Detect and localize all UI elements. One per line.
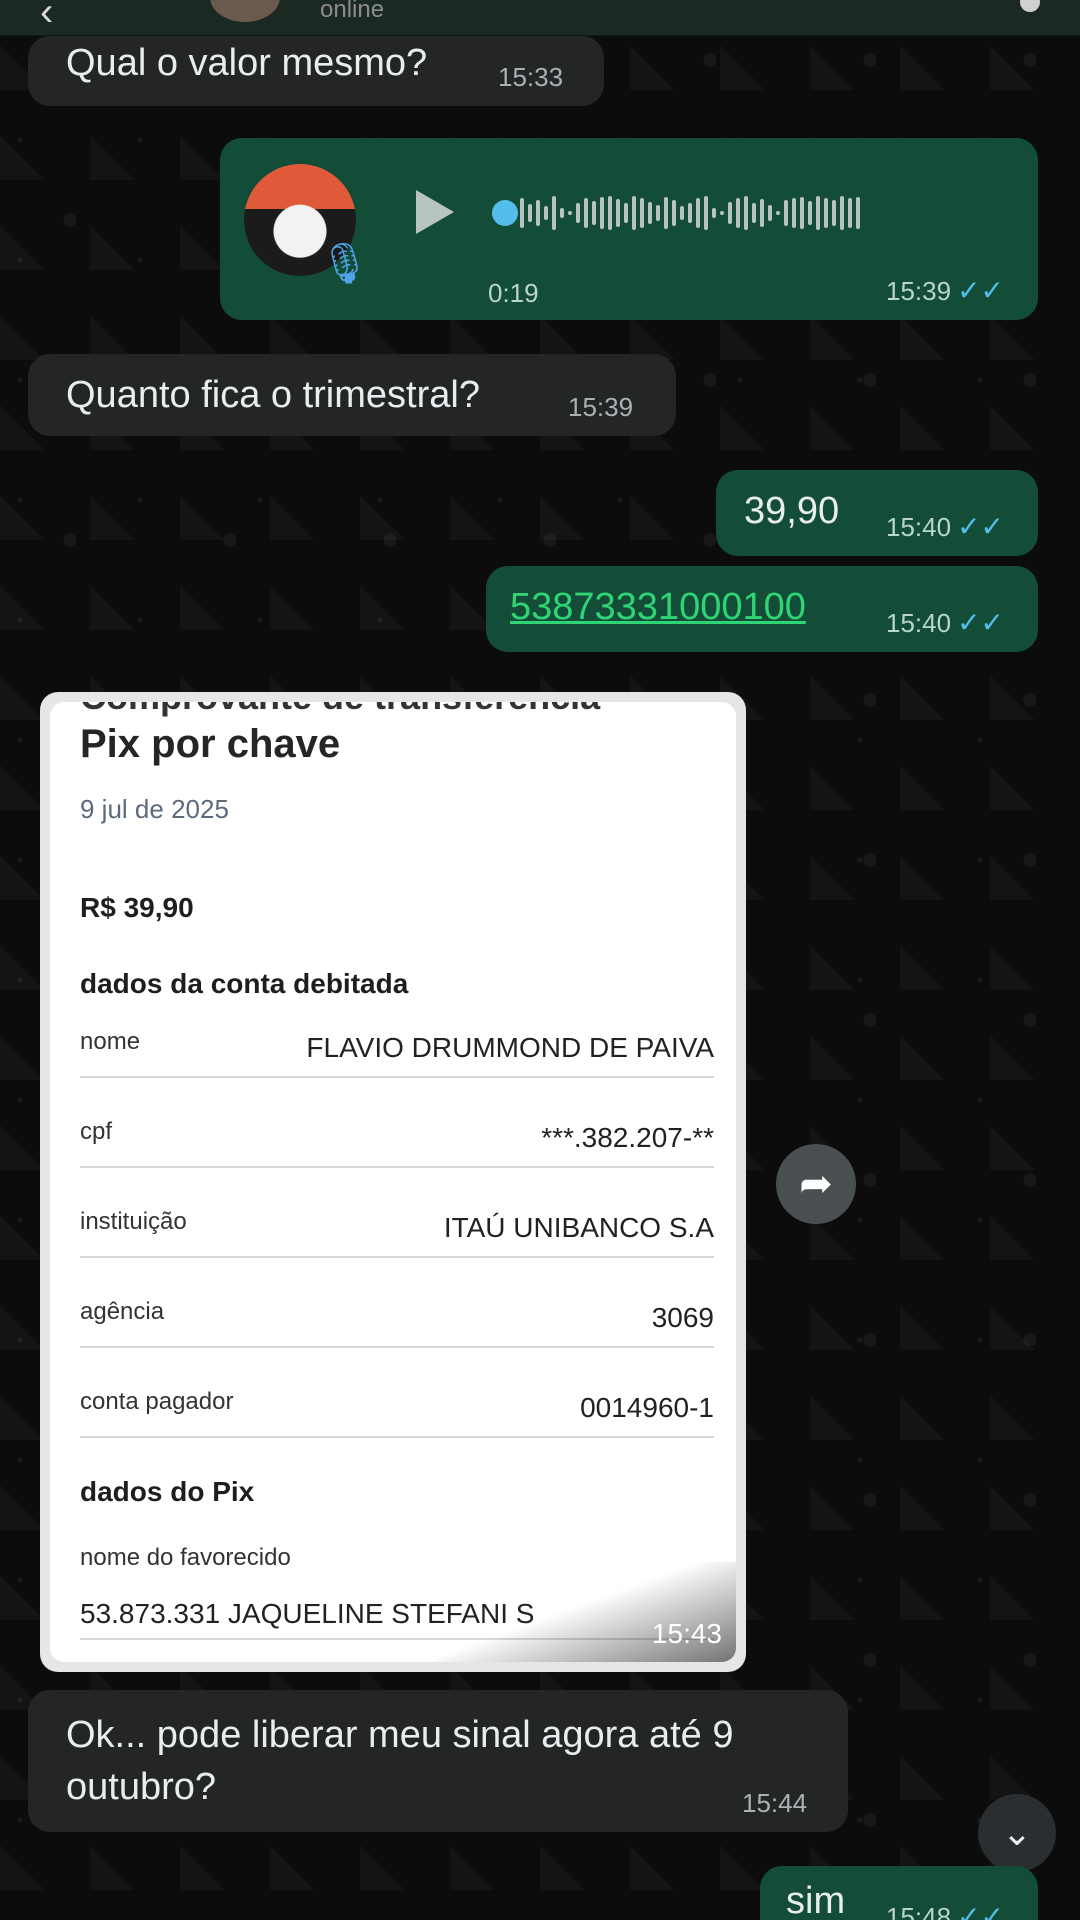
message-text: Qual o valor mesmo?	[66, 42, 428, 84]
receipt-row: instituição ITAÚ UNIBANCO S.A	[80, 1208, 714, 1258]
voice-duration: 0:19	[488, 278, 539, 308]
row-label: conta pagador	[80, 1388, 234, 1415]
message-outgoing[interactable]: 53873331000100 15:40 ✓✓	[486, 566, 1038, 652]
section-title: dados da conta debitada	[80, 968, 409, 999]
message-link[interactable]: 53873331000100	[510, 584, 806, 630]
double-check-icon: ✓✓	[957, 607, 1004, 638]
row-value: 0014960-1	[580, 1392, 714, 1423]
row-value: 3069	[651, 1302, 714, 1333]
receipt-title: Pix por chave	[80, 722, 341, 766]
audio-waveform[interactable]	[520, 190, 1020, 236]
row-value: FLAVIO DRUMMOND DE PAIVA	[306, 1032, 714, 1063]
sender-avatar: 🎙	[244, 164, 370, 284]
message-incoming[interactable]: Ok... pode liberar meu sinal agora até 9…	[28, 1690, 848, 1832]
mic-icon: 🎙	[319, 242, 370, 286]
double-check-icon: ✓✓	[957, 275, 1004, 306]
contact-status: online	[320, 0, 385, 23]
receipt-heading: Comprovante de transferência	[80, 702, 600, 718]
message-text: sim	[786, 1880, 846, 1920]
row-label: agência	[80, 1298, 165, 1325]
message-text: Ok... pode liberar meu sinal agora até 9	[66, 1714, 734, 1756]
receipt-row: conta pagador 0014960-1	[80, 1388, 714, 1438]
message-time: 15:48 ✓✓	[886, 1902, 1004, 1920]
message-time: 15:43	[651, 1618, 722, 1649]
receipt-row: nome FLAVIO DRUMMOND DE PAIVA	[80, 1028, 714, 1078]
playback-position-handle[interactable]	[492, 200, 518, 226]
receipt-row: cpf ***.382.207-**	[80, 1118, 714, 1168]
message-text: outubro?	[66, 1766, 217, 1808]
message-time: 15:33	[498, 62, 564, 92]
play-icon[interactable]	[416, 190, 454, 234]
message-incoming[interactable]: Quanto fica o trimestral? 15:39	[28, 354, 676, 436]
section-title: dados do Pix	[80, 1476, 255, 1507]
message-outgoing[interactable]: 39,90 15:40 ✓✓	[716, 470, 1038, 556]
row-label: cpf	[80, 1118, 113, 1145]
receipt-amount: R$ 39,90	[80, 892, 194, 923]
message-incoming[interactable]: Qual o valor mesmo? 15:33	[28, 36, 604, 106]
row-label: nome	[80, 1028, 141, 1055]
message-time: 15:44	[742, 1788, 808, 1818]
message-outgoing[interactable]: sim 15:48 ✓✓	[760, 1866, 1038, 1920]
back-arrow-icon[interactable]: ‹	[40, 0, 53, 35]
favorecido-label: nome do favorecido	[80, 1544, 291, 1571]
image-message[interactable]: Comprovante de transferência Pix por cha…	[40, 692, 746, 1672]
receipt-date: 9 jul de 2025	[80, 794, 229, 824]
row-value: ITAÚ UNIBANCO S.A	[443, 1212, 714, 1243]
double-check-icon: ✓✓	[957, 511, 1004, 542]
message-time: 15:40 ✓✓	[886, 607, 1004, 639]
receipt-row: agência 3069	[80, 1298, 714, 1348]
row-value: ***.382.207-**	[541, 1122, 714, 1153]
message-text: Quanto fica o trimestral?	[66, 374, 480, 416]
chevron-down-icon[interactable]: ⌄	[978, 1794, 1056, 1872]
forward-icon[interactable]: ➦	[776, 1144, 856, 1224]
message-time: 15:39	[568, 392, 634, 422]
chat-header: ‹ online	[0, 0, 1080, 36]
menu-icon[interactable]	[1020, 0, 1040, 12]
voice-message[interactable]: 🎙 0:19 15:39 ✓✓	[220, 138, 1038, 320]
message-text: 39,90	[744, 490, 840, 532]
pix-receipt-image: Comprovante de transferência Pix por cha…	[50, 702, 736, 1662]
row-label: instituição	[80, 1208, 187, 1235]
message-time: 15:40 ✓✓	[886, 511, 1004, 543]
double-check-icon: ✓✓	[957, 1901, 1004, 1920]
message-time: 15:39 ✓✓	[886, 275, 1004, 307]
contact-avatar[interactable]	[210, 0, 280, 22]
